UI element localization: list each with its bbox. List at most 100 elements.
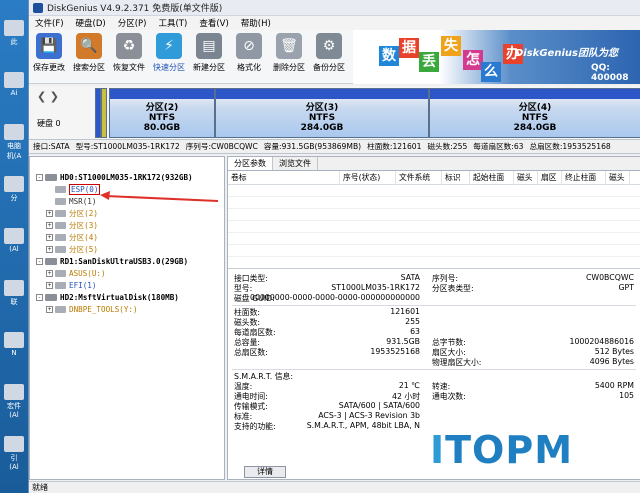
expand-icon[interactable]: + [46,305,53,313]
detail-value: CW0BCQWC [585,273,634,282]
column-header[interactable]: 终止柱面 [562,170,606,185]
backup-icon: ⚙ [316,33,342,59]
table-body [228,185,640,268]
tree-node[interactable]: + DNBPE_TOOLS(Y:) [46,303,138,315]
menu-item[interactable]: 硬盘(D) [70,17,112,29]
details-button[interactable]: 详情 [244,466,286,478]
tab-browse-files[interactable]: 浏览文件 [273,157,318,170]
expand-icon[interactable]: + [46,245,53,253]
tree-node[interactable]: ESP(0) [46,183,101,195]
tree-node[interactable]: - RD1:SanDiskUltraUSB3.0(29GB) [36,255,188,267]
collapse-icon[interactable]: - [36,257,43,265]
partition-block[interactable]: 分区(3) NTFS 284.0GB [215,88,429,138]
column-header[interactable]: 磁头 [606,170,630,185]
info-field: 序列号:CW0BCQWC [185,142,258,151]
tree-node[interactable]: + ASUS(U:) [46,267,106,279]
tree-node-label: HD2:MsftVirtualDisk(180MB) [60,292,179,302]
toolbar-button[interactable]: 🗑 删除分区 [269,30,309,80]
tree-node-label: HD0:ST1000LM035-1RK172(932GB) [60,172,193,182]
desktop-icon-image [4,176,24,192]
delete-icon: 🗑 [276,33,302,59]
desktop-icon[interactable]: 电脑 机(A [1,124,27,161]
menu-bar: 文件(F) 硬盘(D) 分区(P) 工具(T) 查看(V) 帮助(H) [29,16,640,30]
tree-node[interactable]: + 分区(4) [46,231,98,243]
toolbar-button[interactable]: ⊘ 格式化 [229,30,269,80]
disk-label: 硬盘 0 [37,119,61,128]
prev-disk-icon[interactable]: ❮ [37,90,46,103]
desktop-icon[interactable]: 联 [1,280,27,307]
tree-node-label: 分区(5) [69,244,98,254]
expand-icon[interactable]: + [46,209,53,217]
detail-value: ST1000LM035-1RK172 [331,283,420,292]
tree-node[interactable]: - HD0:ST1000LM035-1RK172(932GB) [36,171,193,183]
toolbar-button[interactable]: ⚙ 备份分区 [309,30,349,80]
detail-value: 5400 RPM [594,381,634,390]
tree-node[interactable]: - HD2:MsftVirtualDisk(180MB) [36,291,179,303]
toolbar-button[interactable]: 💾 保存更改 [29,30,69,80]
partition-icon [55,221,66,229]
desktop-icon[interactable]: N [1,332,27,357]
partition-block[interactable]: 分区(4) NTFS 284.0GB [429,88,640,138]
desktop-icon[interactable]: (Al [1,228,27,253]
detail-value: 121601 [390,307,420,316]
detail-value: 00000000-0000-0000-0000-000000000000 [250,293,420,302]
menu-item[interactable]: 查看(V) [193,17,234,29]
partition-fs: NTFS [308,113,336,123]
toolbar-button-label: 保存更改 [33,63,65,72]
menu-item[interactable]: 工具(T) [152,17,193,29]
desktop-icon[interactable]: 分 [1,176,27,203]
tree-node[interactable]: MSR(1) [46,195,96,207]
column-header[interactable]: 扇区 [538,170,562,185]
banner-char: 据 [399,38,419,58]
search-icon: 🔍 [76,33,102,59]
column-header[interactable]: 磁头 [514,170,538,185]
expand-icon[interactable]: + [46,281,53,289]
partition-block[interactable]: 分区(2) NTFS 80.0GB [109,88,215,138]
next-disk-icon[interactable]: ❯ [50,90,59,103]
toolbar-button[interactable]: ♻ 恢复文件 [109,30,149,80]
menu-item[interactable]: 文件(F) [29,17,70,29]
toolbar-button[interactable]: ▤ 新建分区 [189,30,229,80]
msr-bar[interactable] [101,88,107,138]
desktop-icon-label: 联 [10,298,18,306]
tree-node[interactable]: + 分区(5) [46,243,98,255]
collapse-icon[interactable]: - [36,293,43,301]
partition-size: 80.0GB [143,123,181,133]
desktop-icon-image [4,384,24,400]
expand-icon[interactable]: + [46,269,53,277]
toolbar-button[interactable]: ⚡ 快速分区 [149,30,189,80]
tree-node-label: 分区(3) [69,220,98,230]
column-header[interactable]: 卷标 [228,170,340,185]
menu-item[interactable]: 帮助(H) [235,17,277,29]
tree-node[interactable]: + 分区(3) [46,219,98,231]
disk-icon [45,257,57,265]
tab-partition-params[interactable]: 分区参数 [228,157,273,170]
collapse-icon[interactable]: - [36,173,43,181]
tree-node[interactable]: + 分区(2) [46,207,98,219]
desktop-strip: 此 Ai 电脑 机(A 分 (Al 联 N 宏件 (Al 引 (Al [0,0,28,493]
column-header[interactable]: 起始柱面 [470,170,514,185]
detail-value: GPT [618,283,634,292]
desktop-icon[interactable]: Ai [1,72,27,97]
expand-icon[interactable]: + [46,233,53,241]
disk-icon [45,173,57,181]
nav-arrows[interactable]: ❮ ❯ [37,90,59,103]
tree-node[interactable]: + EFI(1) [46,279,96,291]
expand-icon[interactable]: + [46,221,53,229]
banner-qq: QQ: 400008 [591,63,629,83]
column-header[interactable]: 标识 [442,170,470,185]
disk-map: ❮ ❯ 硬盘 0 分区(2) NTFS 80.0GB 分区(3) NTFS 284.0GB… [29,86,640,140]
column-header[interactable]: 文件系统 [396,170,442,185]
partition-name: 分区(2) [145,103,179,113]
desktop-icon[interactable]: 引 (Al [1,436,27,471]
menu-item[interactable]: 分区(P) [112,17,153,29]
desktop-icon[interactable]: 此 [1,20,27,47]
tree-node-label: RD1:SanDiskUltraUSB3.0(29GB) [60,256,189,266]
column-header[interactable]: 序号(状态) [340,170,396,185]
toolbar-button[interactable]: 🔍 搜索分区 [69,30,109,80]
partition-icon [55,209,66,217]
ad-banner[interactable]: 数据丢失怎么办 DiskGenius团队为您 QQ: 400008 [353,30,640,84]
desktop-icon[interactable]: 宏件 (Al [1,384,27,419]
partition-icon [55,281,66,289]
tree-node-label: DNBPE_TOOLS(Y:) [69,304,138,314]
